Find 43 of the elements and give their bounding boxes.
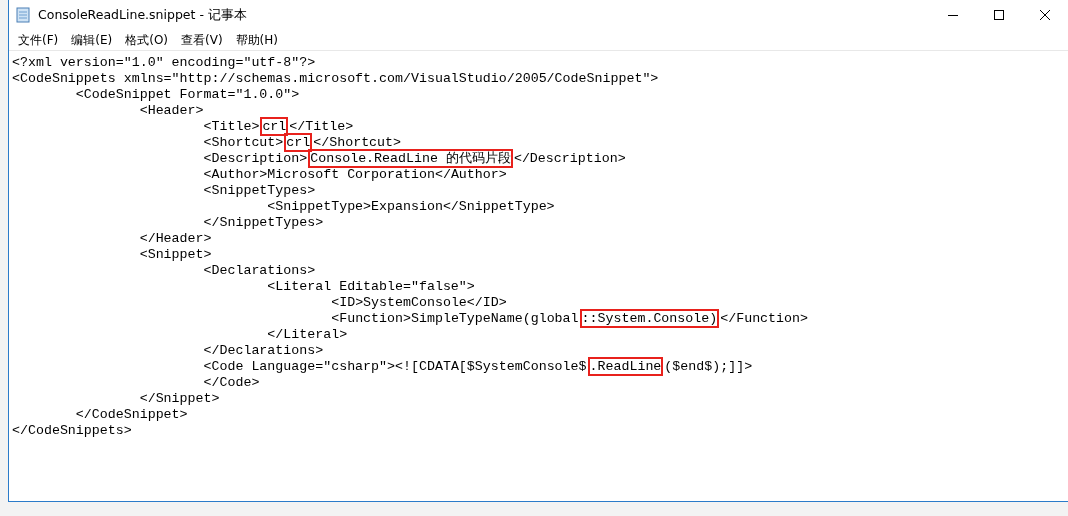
code-text: <Snippet> [138,247,212,262]
maximize-icon [994,10,1004,20]
code-text: <CodeSnippet Format="1.0.0"> [74,87,300,102]
code-text: ($end$);]]> [664,359,753,374]
code-text: </SnippetTypes> [202,215,324,230]
code-text: </CodeSnippet> [74,407,188,422]
code-text: <SnippetTypes> [202,183,316,198]
code-text: </Title> [289,119,354,134]
highlighted-code: .ReadLine [589,359,662,374]
highlighted-code: crl [262,119,287,134]
code-text: <CodeSnippets xmlns="http://schemas.microsoft.com/VisualStudio/2005/CodeSnippet"> [12,71,659,86]
code-text: <Declarations> [202,263,316,278]
code-text: </Description> [513,151,626,166]
highlighted-code: ::System.Console) [581,311,718,326]
code-text: </CodeSnippets> [12,423,132,438]
code-text: </Header> [138,231,212,246]
code-text: </Code> [202,375,260,390]
notepad-icon [15,7,31,23]
code-text: <Shortcut> [202,135,284,150]
window-title: ConsoleReadLine.snippet - 记事本 [38,6,248,24]
menu-item[interactable]: 帮助(H) [229,31,284,49]
code-text: <Literal Editable="false"> [266,279,475,294]
highlighted-code: Console.ReadLine 的代码片段 [310,151,511,166]
menu-item[interactable]: 文件(F) [12,31,65,49]
code-text: <Title> [202,119,260,134]
code-text: </Shortcut> [313,135,402,150]
code-text: </Declarations> [202,343,324,358]
code-text: <Header> [138,103,204,118]
code-text: <ID>SystemConsole</ID> [330,295,507,310]
code-text: <Function>SimpleTypeName(global [330,311,579,326]
menu-item[interactable]: 查看(V) [175,31,229,49]
menu-item[interactable]: 格式(O) [119,31,175,49]
highlighted-code: crl [286,135,311,150]
menu-item[interactable]: 编辑(E) [65,31,119,49]
code-text: </Literal> [266,327,348,342]
code-text: <Description> [202,151,308,166]
code-text: <Code Language="csharp"><![CDATA[$SystemConsole$ [202,359,587,374]
code-text: </Function> [720,311,808,326]
code-text: </Snippet> [138,391,220,406]
code-text: <Author>Microsoft Corporation</Author> [202,167,507,182]
close-icon [1040,10,1050,20]
code-text: <SnippetType>Expansion</SnippetType> [266,199,555,214]
code-text: <?xml version="1.0" encoding="utf-8"?> [12,55,316,70]
